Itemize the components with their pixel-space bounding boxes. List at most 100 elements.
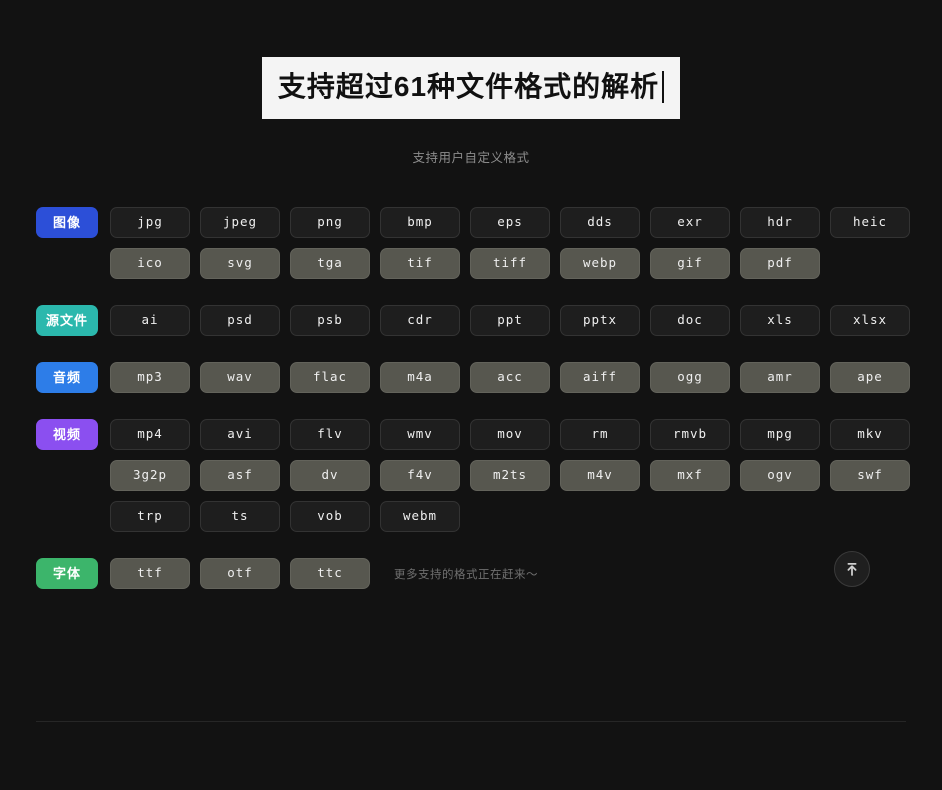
format-chip[interactable]: webm	[380, 501, 460, 532]
format-chip[interactable]: ppt	[470, 305, 550, 336]
format-chip[interactable]: dv	[290, 460, 370, 491]
format-chip[interactable]: dds	[560, 207, 640, 238]
format-chip[interactable]: wav	[200, 362, 280, 393]
text-cursor	[662, 71, 665, 103]
format-chip-rows: ai psd psb cdr ppt pptx doc xls xlsx	[110, 305, 910, 336]
format-chip[interactable]: vob	[290, 501, 370, 532]
format-chip[interactable]: heic	[830, 207, 910, 238]
format-chip[interactable]: flv	[290, 419, 370, 450]
format-chip[interactable]: pptx	[560, 305, 640, 336]
format-chip[interactable]: mxf	[650, 460, 730, 491]
format-chip[interactable]: wmv	[380, 419, 460, 450]
scroll-to-top-icon	[843, 560, 861, 578]
format-chip[interactable]: m4a	[380, 362, 460, 393]
category-badge-cell: 图像	[36, 207, 110, 238]
format-chip[interactable]: xls	[740, 305, 820, 336]
chip-row: mp4 avi flv wmv mov rm rmvb mpg mkv	[110, 419, 910, 450]
category-badge-cell: 音频	[36, 362, 110, 393]
format-chip[interactable]: mkv	[830, 419, 910, 450]
category-badge[interactable]: 图像	[36, 207, 98, 238]
format-chip[interactable]: rmvb	[650, 419, 730, 450]
format-chip[interactable]: bmp	[380, 207, 460, 238]
format-chip[interactable]: psd	[200, 305, 280, 336]
scroll-to-top-button[interactable]	[834, 551, 870, 587]
more-formats-note: 更多支持的格式正在赶来～	[394, 568, 538, 581]
format-chip[interactable]: amr	[740, 362, 820, 393]
format-chip-rows: jpg jpeg png bmp eps dds exr hdr heic ico svg tga ti…	[110, 207, 910, 279]
format-chip[interactable]: psb	[290, 305, 370, 336]
format-group-row: 源文件 ai psd psb cdr ppt pptx doc xls xlsx	[36, 305, 910, 336]
format-chip[interactable]: mp4	[110, 419, 190, 450]
format-chip[interactable]: asf	[200, 460, 280, 491]
category-badge[interactable]: 音频	[36, 362, 98, 393]
format-chip[interactable]: aiff	[560, 362, 640, 393]
format-chip[interactable]: mov	[470, 419, 550, 450]
page-title-text: 支持超过61种文件格式的解析	[277, 71, 660, 102]
category-badge[interactable]: 视频	[36, 419, 98, 450]
page-subtitle: 支持用户自定义格式	[412, 151, 530, 165]
bottom-divider	[36, 721, 906, 722]
category-badge-cell: 视频	[36, 419, 110, 450]
format-chip[interactable]: acc	[470, 362, 550, 393]
category-badge-cell: 字体	[36, 558, 110, 589]
chip-row: ai psd psb cdr ppt pptx doc xls xlsx	[110, 305, 910, 336]
format-chip[interactable]: mpg	[740, 419, 820, 450]
format-group-row: 字体 ttf otf ttc 更多支持的格式正在赶来～	[36, 558, 908, 589]
format-group-row: 视频 mp4 avi flv wmv mov rm rmvb mpg mkv 3g2p asf dv f4…	[36, 419, 910, 532]
format-chip[interactable]: mp3	[110, 362, 190, 393]
format-chip[interactable]: exr	[650, 207, 730, 238]
format-chip[interactable]: eps	[470, 207, 550, 238]
format-chip[interactable]: trp	[110, 501, 190, 532]
format-chip-rows: mp4 avi flv wmv mov rm rmvb mpg mkv 3g2p asf dv f4v m…	[110, 419, 910, 532]
format-chip[interactable]: m2ts	[470, 460, 550, 491]
format-chip[interactable]: 3g2p	[110, 460, 190, 491]
chip-row: trp ts vob webm	[110, 501, 910, 532]
format-chip[interactable]: doc	[650, 305, 730, 336]
format-chip[interactable]: ai	[110, 305, 190, 336]
category-badge-cell: 源文件	[36, 305, 110, 336]
format-chip[interactable]: f4v	[380, 460, 460, 491]
format-chip-rows: mp3 wav flac m4a acc aiff ogg amr ape	[110, 362, 910, 393]
page-title: 支持超过61种文件格式的解析	[261, 57, 681, 119]
format-chip[interactable]: ts	[200, 501, 280, 532]
format-chip[interactable]: svg	[200, 248, 280, 279]
format-chip[interactable]: pdf	[740, 248, 820, 279]
format-chip[interactable]: ogg	[650, 362, 730, 393]
format-chip-rows: ttf otf ttc 更多支持的格式正在赶来～	[110, 558, 908, 589]
format-chip[interactable]: tiff	[470, 248, 550, 279]
format-chip[interactable]: rm	[560, 419, 640, 450]
format-chip[interactable]: tga	[290, 248, 370, 279]
format-chip[interactable]: jpg	[110, 207, 190, 238]
format-chip[interactable]: avi	[200, 419, 280, 450]
format-chip[interactable]: gif	[650, 248, 730, 279]
format-chip[interactable]: ttc	[290, 558, 370, 589]
chip-row: ico svg tga tif tiff webp gif pdf	[110, 248, 910, 279]
format-groups: 图像 jpg jpeg png bmp eps dds exr hdr heic ico svg tga…	[0, 207, 942, 589]
format-chip[interactable]: png	[290, 207, 370, 238]
category-badge[interactable]: 源文件	[36, 305, 98, 336]
format-chip[interactable]: ogv	[740, 460, 820, 491]
format-chip[interactable]: xlsx	[830, 305, 910, 336]
format-chip[interactable]: webp	[560, 248, 640, 279]
format-chip[interactable]: flac	[290, 362, 370, 393]
format-chip[interactable]: tif	[380, 248, 460, 279]
format-group: 源文件 ai psd psb cdr ppt pptx doc xls xlsx	[36, 305, 910, 336]
format-chip[interactable]: ttf	[110, 558, 190, 589]
format-chip[interactable]: ico	[110, 248, 190, 279]
format-chip[interactable]: ape	[830, 362, 910, 393]
chip-row: 3g2p asf dv f4v m2ts m4v mxf ogv swf	[110, 460, 910, 491]
chip-row: ttf otf ttc 更多支持的格式正在赶来～	[110, 558, 908, 589]
format-chip[interactable]: otf	[200, 558, 280, 589]
page-header: 支持超过61种文件格式的解析 支持用户自定义格式	[0, 0, 942, 166]
chip-row: jpg jpeg png bmp eps dds exr hdr heic	[110, 207, 910, 238]
format-group: 字体 ttf otf ttc 更多支持的格式正在赶来～	[36, 558, 908, 589]
format-group-row: 音频 mp3 wav flac m4a acc aiff ogg amr ape	[36, 362, 910, 393]
format-chip[interactable]: jpeg	[200, 207, 280, 238]
format-group: 视频 mp4 avi flv wmv mov rm rmvb mpg mkv 3g2p asf dv f4…	[36, 419, 910, 532]
format-chip[interactable]: hdr	[740, 207, 820, 238]
format-chip[interactable]: m4v	[560, 460, 640, 491]
format-chip[interactable]: swf	[830, 460, 910, 491]
category-badge[interactable]: 字体	[36, 558, 98, 589]
format-chip[interactable]: cdr	[380, 305, 460, 336]
format-group: 图像 jpg jpeg png bmp eps dds exr hdr heic ico svg tga…	[36, 207, 910, 279]
